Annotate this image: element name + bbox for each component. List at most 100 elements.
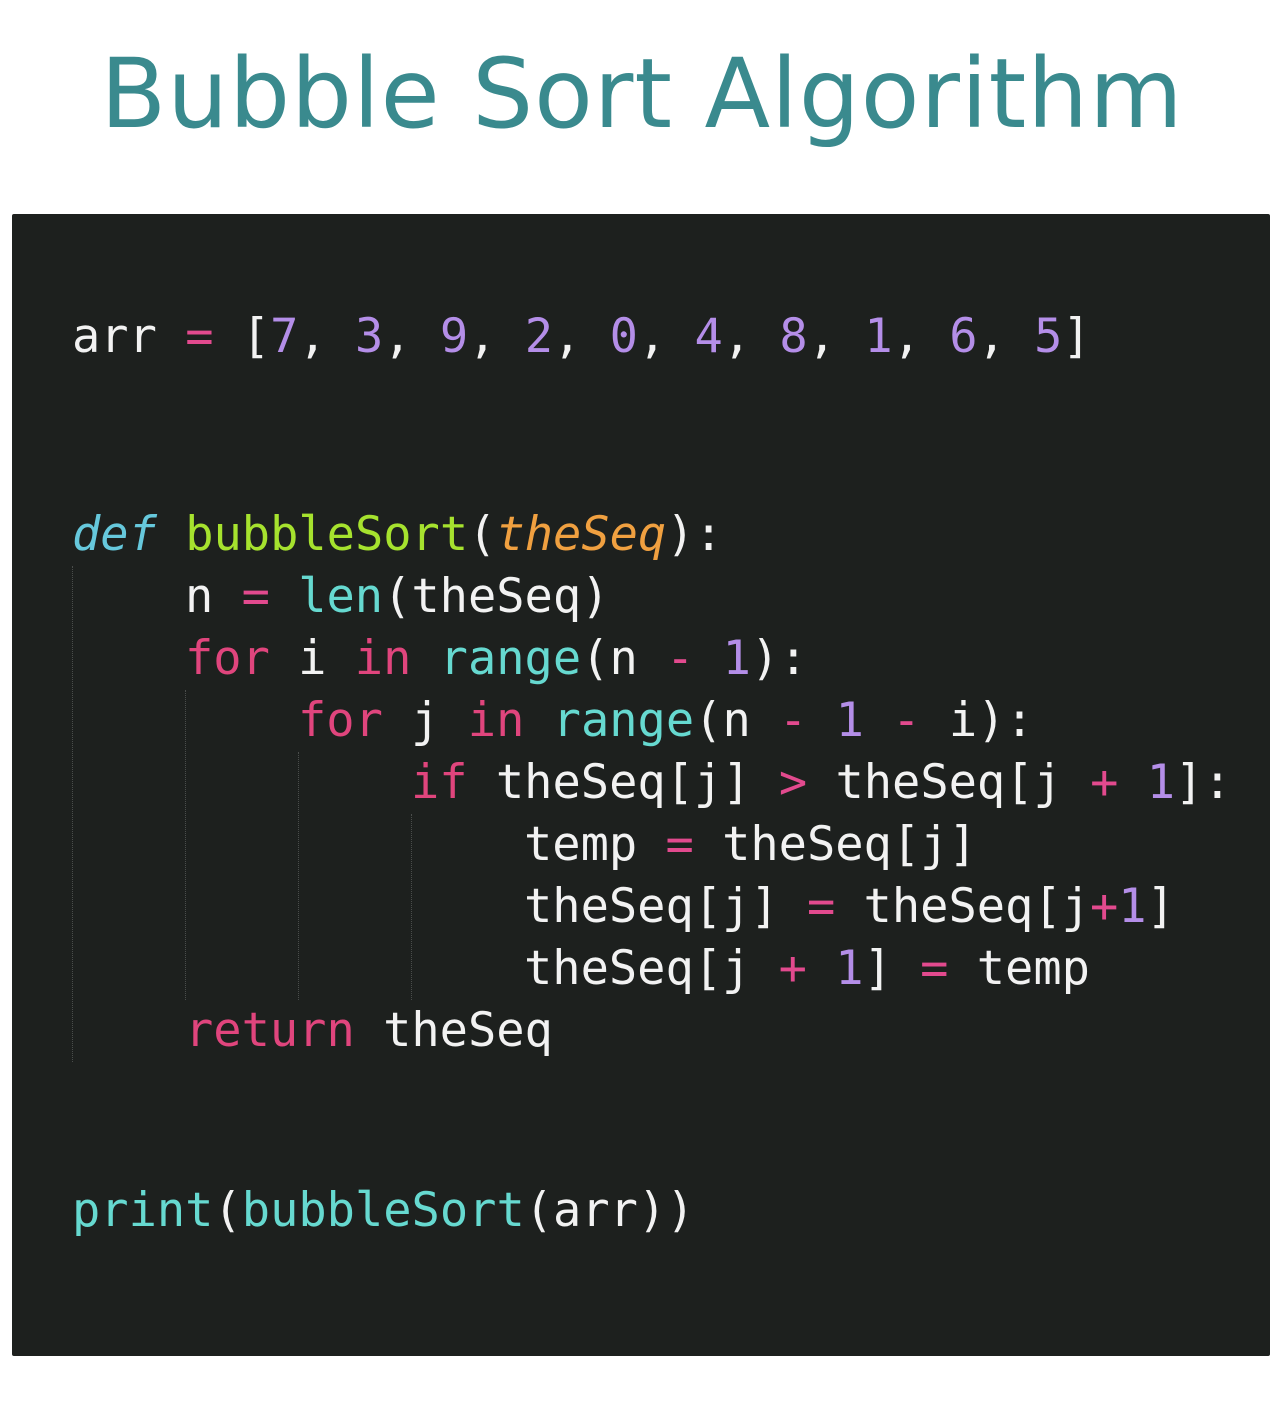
code-token: + — [1090, 755, 1119, 810]
code-token: , — [383, 309, 440, 364]
code-token: 1 — [835, 693, 864, 748]
code-line: arr = [7, 3, 9, 2, 0, 4, 8, 1, 6, 5] — [72, 306, 1091, 368]
code-token: 8 — [779, 309, 808, 364]
code-token: - — [666, 631, 695, 686]
code-token: range — [552, 693, 695, 748]
code-line: temp = theSeq[j] — [524, 814, 977, 876]
code-token: ] — [863, 941, 921, 996]
code-token: return — [185, 1003, 355, 1058]
code-token: arr — [72, 309, 186, 364]
code-token: in — [354, 631, 412, 686]
code-token: 1 — [835, 941, 864, 996]
indent-guide — [411, 814, 412, 1000]
code-token: , — [977, 309, 1035, 364]
code-token: i): — [920, 693, 1034, 748]
code-token: def — [72, 507, 157, 562]
code-token: 6 — [949, 309, 978, 364]
code-line: def bubbleSort(theSeq): — [72, 504, 723, 566]
indent-guide — [72, 566, 73, 1062]
code-token: , — [722, 309, 780, 364]
code-token: = — [185, 309, 214, 364]
code-token: ] — [1062, 309, 1091, 364]
code-token: , — [892, 309, 950, 364]
code-token: (arr)) — [524, 1183, 695, 1238]
code-token: for — [298, 693, 383, 748]
code-token: , — [468, 309, 525, 364]
code-line: for j in range(n - 1 - i): — [298, 690, 1034, 752]
code-token: + — [1089, 879, 1119, 934]
code-token: ): — [750, 631, 808, 686]
code-token: for — [185, 631, 270, 686]
code-token: 9 — [439, 309, 469, 364]
code-token: 5 — [1034, 309, 1063, 364]
code-token: , — [807, 309, 865, 364]
code-token: 1 — [1118, 879, 1147, 934]
code-token: ] — [1146, 879, 1175, 934]
code-token: ( — [213, 1183, 242, 1238]
code-token: + — [778, 941, 807, 996]
code-token: 4 — [694, 309, 723, 364]
code-token: (theSeq) — [383, 569, 610, 624]
code-editor-panel: arr = [7, 3, 9, 2, 0, 4, 8, 1, 6, 5] def … — [12, 214, 1270, 1356]
code-token: (n — [694, 693, 780, 748]
indent-guide — [298, 752, 299, 1000]
code-token: theSeq — [354, 1003, 553, 1058]
code-token: (n — [581, 631, 667, 686]
code-token: len — [298, 569, 384, 624]
code-token: ( — [468, 507, 497, 562]
code-token: theSeq[j] — [467, 755, 779, 810]
code-token: temp — [524, 817, 666, 872]
code-token: print — [72, 1183, 214, 1238]
code-token: - — [892, 693, 921, 748]
code-line: print(bubbleSort(arr)) — [72, 1180, 695, 1242]
code-line: theSeq[j] = theSeq[j+1] — [524, 876, 1175, 938]
code-token: n — [185, 569, 242, 624]
code-token: - — [779, 693, 808, 748]
code-token: , — [553, 309, 610, 364]
code-token: i — [269, 631, 355, 686]
code-token: ): — [666, 507, 723, 562]
code-token: bubbleSort — [185, 507, 469, 562]
code-token: theSeq[j — [835, 879, 1090, 934]
code-token: = — [241, 569, 270, 624]
code-token: 7 — [270, 309, 299, 364]
code-token: theSeq[j — [807, 755, 1091, 810]
code-token: 1 — [1146, 755, 1176, 810]
code-token: 3 — [354, 309, 384, 364]
code-token: = — [806, 879, 836, 934]
code-token: 0 — [609, 309, 638, 364]
code-line: theSeq[j + 1] = temp — [524, 938, 1090, 1000]
code-token: [ — [213, 309, 271, 364]
code-token: theSeq[j] — [693, 817, 977, 872]
indent-guide — [185, 690, 186, 1000]
code-token: 2 — [524, 309, 554, 364]
code-token: = — [920, 941, 949, 996]
code-token: bubbleSort — [241, 1183, 525, 1238]
code-token: = — [665, 817, 694, 872]
page-title: Bubble Sort Algorithm — [100, 38, 1184, 150]
code-token: 1 — [722, 631, 751, 686]
code-line: return theSeq — [185, 1000, 553, 1062]
code-token: , — [637, 309, 695, 364]
code-token: theSeq — [496, 507, 667, 562]
code-token: > — [778, 755, 808, 810]
code-token: ]: — [1175, 755, 1232, 810]
code-token: j — [382, 693, 468, 748]
code-token: if — [411, 755, 468, 810]
code-token: theSeq[j] — [524, 879, 807, 934]
code-line: n = len(theSeq) — [185, 566, 609, 628]
code-token: range — [439, 631, 582, 686]
code-block: arr = [7, 3, 9, 2, 0, 4, 8, 1, 6, 5] def … — [72, 214, 1262, 1356]
code-token: temp — [948, 941, 1090, 996]
code-token: 1 — [864, 309, 893, 364]
code-line: if theSeq[j] > theSeq[j + 1]: — [411, 752, 1232, 814]
